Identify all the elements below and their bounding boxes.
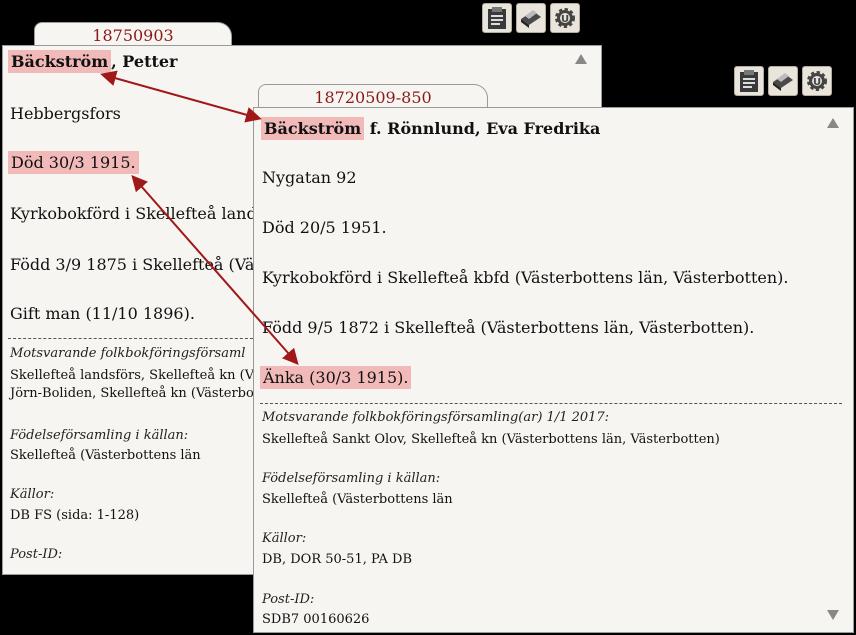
card2-panel: Bäckström f. Rönnlund, Eva Fredrika Nyga…	[253, 107, 854, 633]
card1-surname-highlight: Bäckström	[8, 50, 112, 73]
card1-birthparish-value: Skellefteå (Västerbottens län	[10, 448, 201, 463]
card1-settings-button[interactable]: U	[550, 3, 580, 33]
card2-birthparish-value: Skellefteå (Västerbottens län	[262, 492, 453, 507]
card1-scroll-up-icon[interactable]	[574, 52, 588, 66]
card1-corresponding-1: Skellefteå landsförs, Skellefteå kn (V	[10, 368, 255, 383]
card2-toolbar: U	[734, 66, 832, 96]
card1-sources-value: DB FS (sida: 1-128)	[10, 508, 140, 523]
card1-name: Bäckström, Petter	[8, 50, 178, 73]
card2-death: Död 20/5 1951.	[262, 218, 387, 237]
card1-print-button[interactable]	[516, 3, 546, 33]
card2-record-id: 18720509-850	[314, 88, 432, 107]
card2-name-rest: f. Rönnlund, Eva Fredrika	[364, 119, 601, 138]
card2-scroll-down-icon[interactable]	[826, 608, 840, 622]
card1-toolbar: U	[482, 3, 580, 33]
card1-corresponding-2: Jörn-Boliden, Skellefteå kn (Västerbo	[10, 386, 254, 401]
card1-divider	[8, 338, 255, 339]
settings-gear-icon: U	[555, 8, 575, 28]
card1-postid-label: Post-ID:	[10, 547, 63, 562]
card1-birthparish-label: Födelseförsamling i källan:	[10, 428, 189, 443]
clipboard-icon	[488, 7, 506, 29]
print-icon	[521, 10, 541, 28]
card1-marital: Gift man (11/10 1896).	[10, 304, 195, 323]
card2-address: Nygatan 92	[262, 168, 357, 187]
card2-marital-highlight: Änka (30/3 1915).	[260, 366, 412, 389]
card2-scroll-up-icon[interactable]	[826, 116, 840, 130]
card2-clipboard-button[interactable]	[734, 66, 764, 96]
card2-born: Född 9/5 1872 i Skellefteå (Västerbotten…	[262, 318, 755, 337]
card2-corresponding-1: Skellefteå Sankt Olov, Skellefteå kn (Vä…	[262, 432, 720, 447]
card1-death-highlight: Död 30/3 1915.	[8, 151, 139, 174]
card2-postid-label: Post-ID:	[262, 592, 315, 607]
svg-text:U: U	[813, 77, 821, 88]
card2-registered: Kyrkobokförd i Skellefteå kbfd (Västerbo…	[262, 268, 789, 287]
svg-text:U: U	[561, 14, 569, 25]
card1-address: Hebbergsfors	[10, 104, 121, 123]
card2-corresponding-label: Motsvarande folkbokföringsförsamling(ar)…	[262, 410, 610, 425]
card2-postid-value: SDB7 00160626	[262, 612, 370, 627]
card1-clipboard-button[interactable]	[482, 3, 512, 33]
card1-content: Bäckström, Petter Hebbergsfors Död 30/3 …	[3, 46, 255, 574]
card1-corresponding-label: Motsvarande folkbokföringsförsaml	[10, 346, 246, 361]
clipboard-icon	[740, 70, 758, 92]
card1-registered: Kyrkobokförd i Skellefteå lands	[10, 204, 255, 223]
card2-sources-value: DB, DOR 50-51, PA DB	[262, 552, 413, 567]
card1-sources-label: Källor:	[10, 487, 55, 502]
card1-death-line: Död 30/3 1915.	[8, 151, 139, 174]
settings-gear-icon: U	[807, 71, 827, 91]
card1-born: Född 3/9 1875 i Skellefteå (Väs	[10, 255, 255, 274]
card2-marital-line: Änka (30/3 1915).	[260, 366, 412, 389]
card1-record-id: 18750903	[92, 26, 174, 45]
card2-name: Bäckström f. Rönnlund, Eva Fredrika	[261, 117, 601, 140]
card1-given-name: , Petter	[111, 52, 178, 71]
card2-sources-label: Källor:	[262, 531, 307, 546]
card2-divider	[260, 403, 842, 404]
card2-settings-button[interactable]: U	[802, 66, 832, 96]
print-icon	[773, 73, 793, 91]
card2-birthparish-label: Födelseförsamling i källan:	[262, 471, 441, 486]
card2-print-button[interactable]	[768, 66, 798, 96]
card2-surname-highlight: Bäckström	[261, 117, 365, 140]
